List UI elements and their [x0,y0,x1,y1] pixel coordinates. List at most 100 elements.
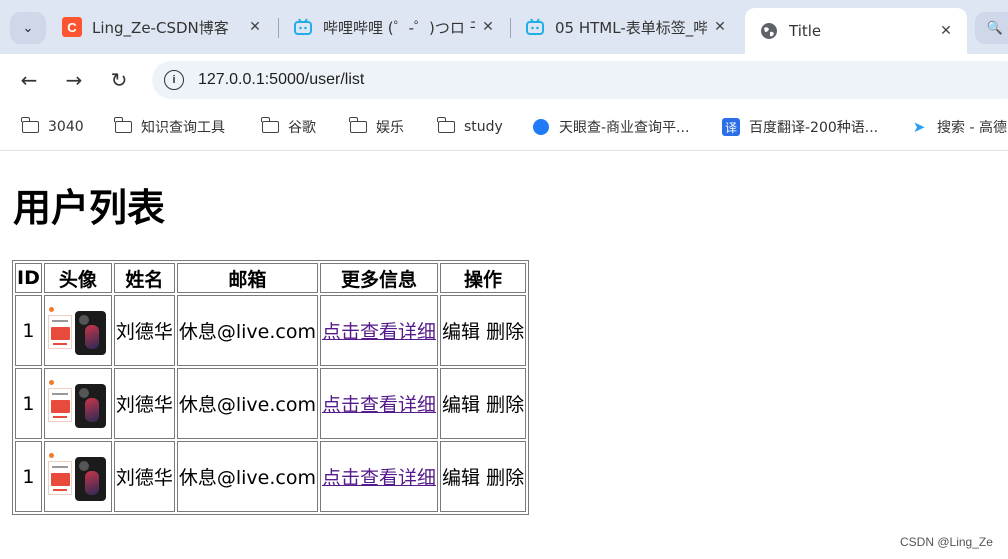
detail-link[interactable]: 点击查看详细 [322,394,436,416]
close-icon[interactable]: ✕ [242,19,268,35]
chevron-down-icon: ⌄ [22,20,34,36]
bookmarks-bar: 3040 知识查询工具 谷歌 娱乐 study 天眼查-商业查询平... 译 百… [0,106,1008,151]
tab-csdn[interactable]: C Ling_Ze-CSDN博客 ✕ [48,8,276,46]
bookmark-google[interactable]: 谷歌 [260,116,316,138]
cell-email: 休息@live.com [176,368,318,439]
detail-link[interactable]: 点击查看详细 [322,321,436,343]
search-tabs-button[interactable]: 🔍 [975,12,1008,44]
arrow-left-icon: ← [20,68,38,92]
bookmark-label: 百度翻译-200种语... [749,120,879,136]
edit-link[interactable]: 编辑 [442,467,480,489]
tab-bilibili-video[interactable]: 05 HTML-表单标签_哔哩哔哩 ✕ [511,8,741,46]
header-id: ID [15,263,42,293]
cell-id: 1 [15,295,42,366]
delete-link[interactable]: 删除 [486,321,524,343]
folder-icon [113,117,133,135]
bookmark-baidu-translate[interactable]: 译 百度翻译-200种语... [721,116,878,138]
arrow-right-icon: → [65,68,83,92]
bookmark-label: 娱乐 [376,120,404,136]
bookmark-label: 知识查询工具 [141,120,225,136]
avatar [46,306,110,355]
cell-id: 1 [15,368,42,439]
table-row: 1 刘德华 休息@live.com 点击查看详细 编辑 删除 [15,441,527,512]
csdn-icon: C [62,17,82,37]
cell-more-info: 点击查看详细 [319,295,438,366]
back-button[interactable]: ← [13,64,45,96]
url-text[interactable]: 127.0.0.1:5000/user/list [198,71,364,89]
cell-actions: 编辑 删除 [440,368,527,439]
header-email: 邮箱 [176,263,318,293]
watermark: CSDN @Ling_Ze [900,535,993,549]
folder-icon [20,117,40,135]
delete-link[interactable]: 删除 [486,394,524,416]
bookmark-label: 搜索 - 高德 [937,120,1007,136]
search-icon: 🔍 [986,20,1004,36]
header-name: 姓名 [113,263,175,293]
bookmark-gaode-search[interactable]: ➤ 搜索 - 高德 [909,116,1007,138]
bookmark-label: 3040 [48,119,84,135]
edit-link[interactable]: 编辑 [442,394,480,416]
cell-avatar [43,368,112,439]
folder-icon [348,117,368,135]
avatar [46,452,110,501]
header-avatar: 头像 [43,263,112,293]
cell-more-info: 点击查看详细 [319,368,438,439]
edit-link[interactable]: 编辑 [442,321,480,343]
close-icon[interactable]: ✕ [933,23,959,39]
close-icon[interactable]: ✕ [475,19,501,35]
bookmark-label: study [464,119,503,135]
bookmark-tianyancha[interactable]: 天眼查-商业查询平... [531,116,689,138]
cell-name: 刘德华 [113,295,175,366]
globe-icon [759,21,779,41]
tab-title: Ling_Ze-CSDN博客 [92,18,229,37]
search-icon: ➤ [912,118,926,136]
page-content: 用户列表 ID 头像 姓名 邮箱 更多信息 操作 1 刘德华 休息@live.c… [0,151,1008,559]
bookmark-entertainment[interactable]: 娱乐 [348,116,404,138]
cell-email: 休息@live.com [176,295,318,366]
bookmark-3040[interactable]: 3040 [20,116,84,138]
tab-search-button[interactable]: ⌄ [10,12,46,44]
bilibili-icon [525,17,545,37]
table-row: 1 刘德华 休息@live.com 点击查看详细 编辑 删除 [15,295,527,366]
reload-icon: ↻ [110,68,128,92]
cell-name: 刘德华 [113,368,175,439]
table-row: 1 刘德华 休息@live.com 点击查看详细 编辑 删除 [15,368,527,439]
header-more-info: 更多信息 [319,263,438,293]
bilibili-icon [293,17,313,37]
bookmark-label: 天眼查-商业查询平... [559,120,690,136]
close-icon[interactable]: ✕ [707,19,733,35]
cell-id: 1 [15,441,42,512]
cell-actions: 编辑 删除 [440,441,527,512]
detail-link[interactable]: 点击查看详细 [322,467,436,489]
bookmark-study[interactable]: study [436,116,503,138]
tab-title: 哔哩哔哩 (゜-゜)つロ 干杯~ [323,18,475,37]
baidu-translate-icon: 译 [721,118,741,136]
tab-bilibili-home[interactable]: 哔哩哔哩 (゜-゜)つロ 干杯~ ✕ [279,8,509,46]
info-icon[interactable]: i [164,70,184,90]
header-actions: 操作 [440,263,527,293]
tab-strip: ⌄ C Ling_Ze-CSDN博客 ✕ 哔哩哔哩 (゜-゜)つロ 干杯~ ✕ … [0,0,1008,54]
delete-link[interactable]: 删除 [486,467,524,489]
folder-icon [260,117,280,135]
bookmark-knowledge-tools[interactable]: 知识查询工具 [113,116,225,138]
cell-name: 刘德华 [113,441,175,512]
tab-title: Title [789,22,822,40]
user-table: ID 头像 姓名 邮箱 更多信息 操作 1 刘德华 休息@live.com 点击… [12,260,530,515]
folder-icon [436,117,456,135]
forward-button[interactable]: → [58,64,90,96]
tab-title-active[interactable]: Title ✕ [745,8,967,54]
cell-avatar [43,295,112,366]
tianyancha-icon [531,119,551,135]
page-title: 用户列表 [13,186,166,230]
reload-button[interactable]: ↻ [103,64,135,96]
avatar [46,379,110,428]
cell-actions: 编辑 删除 [440,295,527,366]
toolbar: ← → ↻ i 127.0.0.1:5000/user/list [0,54,1008,106]
table-header-row: ID 头像 姓名 邮箱 更多信息 操作 [15,263,527,293]
cell-email: 休息@live.com [176,441,318,512]
tab-title: 05 HTML-表单标签_哔哩哔哩 [555,18,707,37]
address-bar[interactable]: i 127.0.0.1:5000/user/list [152,61,1008,99]
cell-avatar [43,441,112,512]
cell-more-info: 点击查看详细 [319,441,438,512]
bookmark-label: 谷歌 [288,120,316,136]
